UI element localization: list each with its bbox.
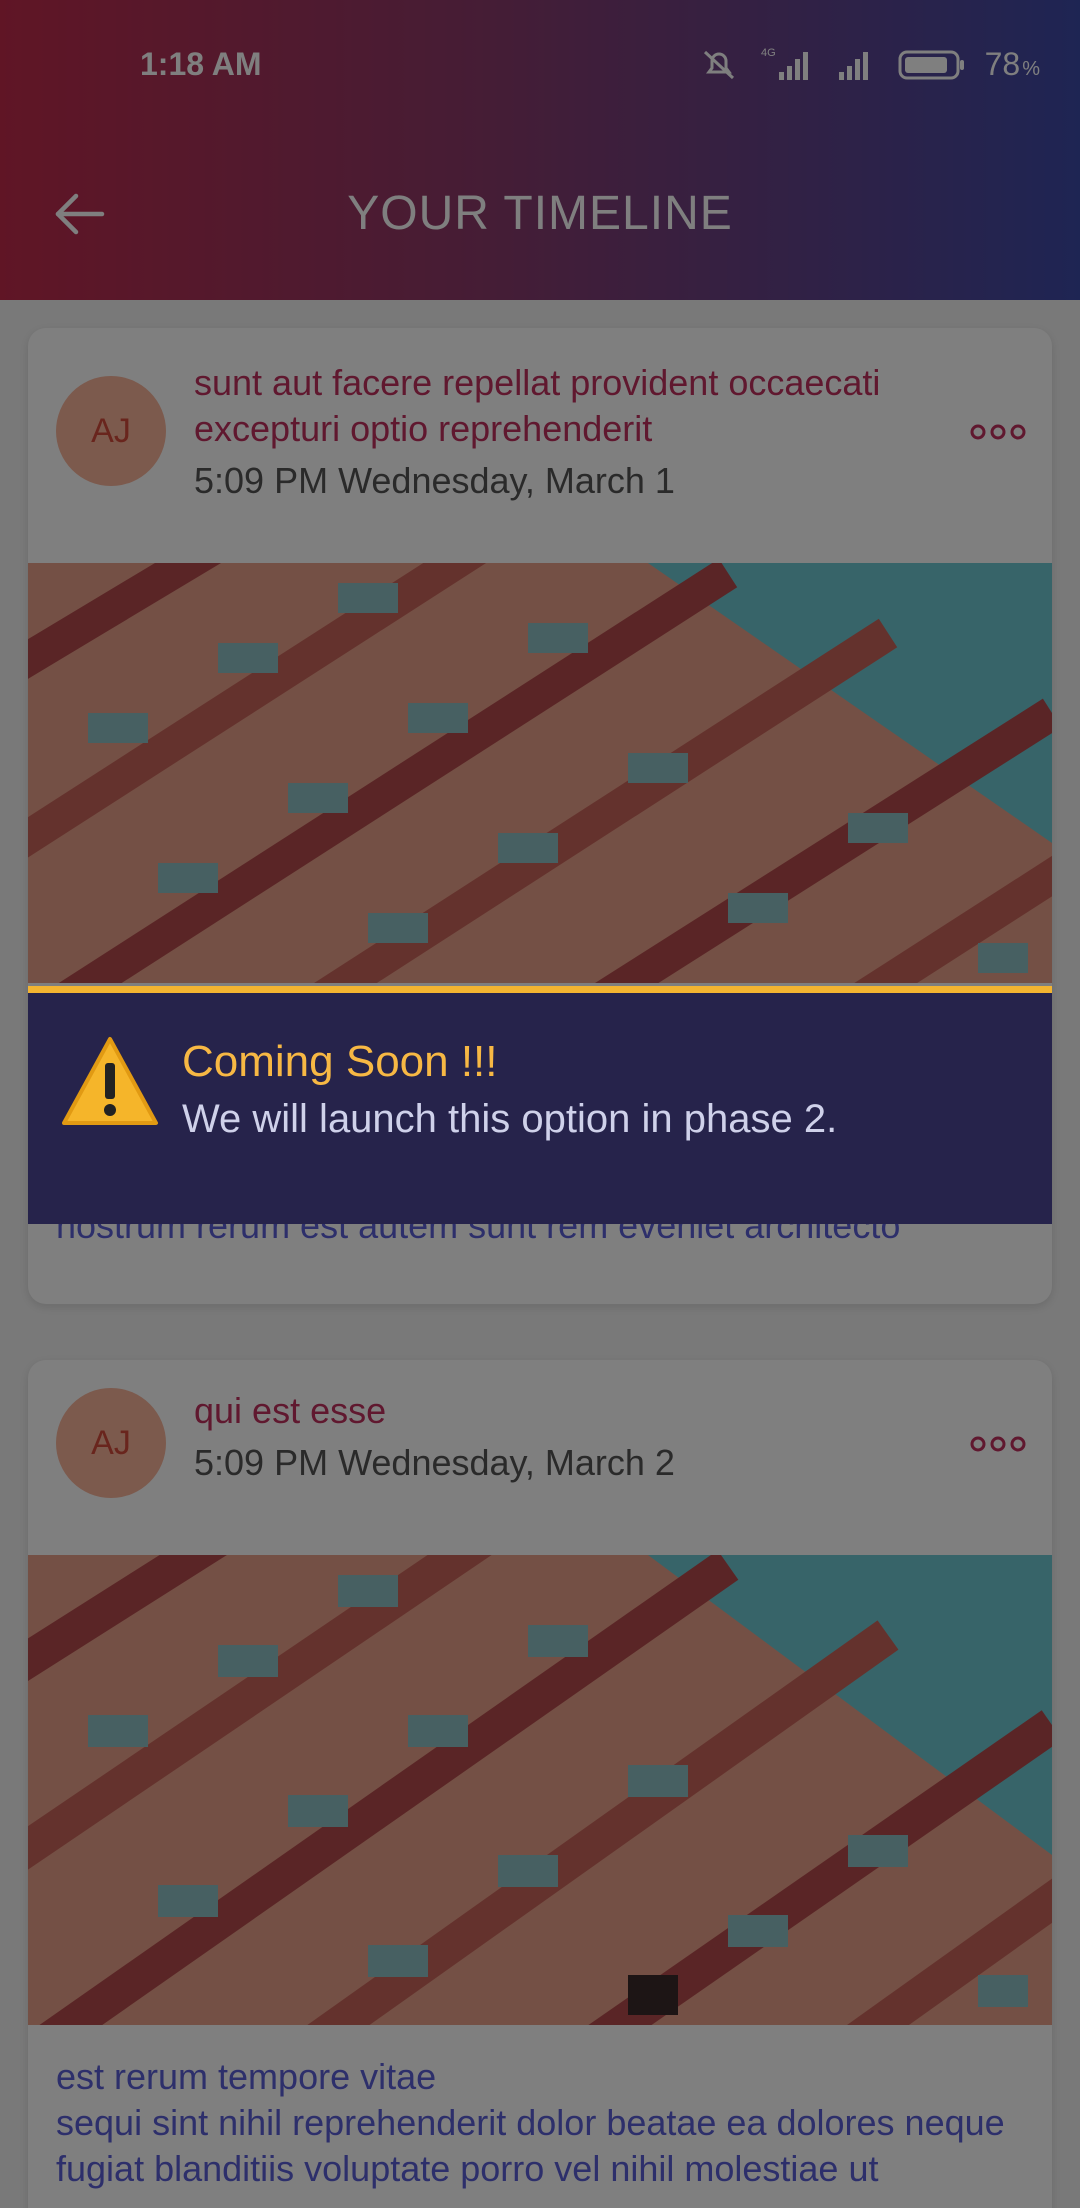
post-image[interactable] [28,563,1052,983]
mute-icon [703,50,734,80]
post-body: est rerum tempore vitae sequi sint nihil… [56,2056,1005,2189]
avatar[interactable]: AJ [56,1388,166,1498]
post-card[interactable]: AJ qui est esse 5:09 PM Wednesday, March… [28,1360,1052,2208]
post-title: qui est esse [194,1390,387,1431]
battery-percent: 78% [984,45,1040,82]
signal-icon [838,52,868,80]
app-bar: 1:18 AM 4G 78 % YOUR TIMELINE [0,0,1080,300]
warning-icon [62,1037,158,1125]
toast-message: We will launch this option in phase 2. [182,1097,838,1141]
status-bar: 1:18 AM 4G 78 % [0,36,1080,92]
svg-text:4G: 4G [761,47,776,59]
signal-4g-icon: 4G [761,47,808,80]
page-title: YOUR TIMELINE [347,187,733,240]
status-time: 1:18 AM [140,46,262,82]
post-image[interactable] [28,1555,1052,2025]
battery-icon [898,50,964,80]
post-timestamp: 5:09 PM Wednesday, March 2 [194,1442,675,1483]
post-title: sunt aut facere repellat provident occae… [194,362,881,449]
timeline-feed[interactable]: AJ sunt aut facere repellat provident oc… [0,300,1080,2208]
more-options-icon[interactable] [970,1434,1026,1454]
more-options-icon[interactable] [970,422,1026,442]
toast-title: Coming Soon !!! [182,1037,498,1086]
avatar[interactable]: AJ [56,376,166,486]
post-timestamp: 5:09 PM Wednesday, March 1 [194,460,675,501]
coming-soon-toast: Coming Soon !!! We will launch this opti… [28,986,1052,1224]
status-icons: 4G 78% [699,44,1040,84]
